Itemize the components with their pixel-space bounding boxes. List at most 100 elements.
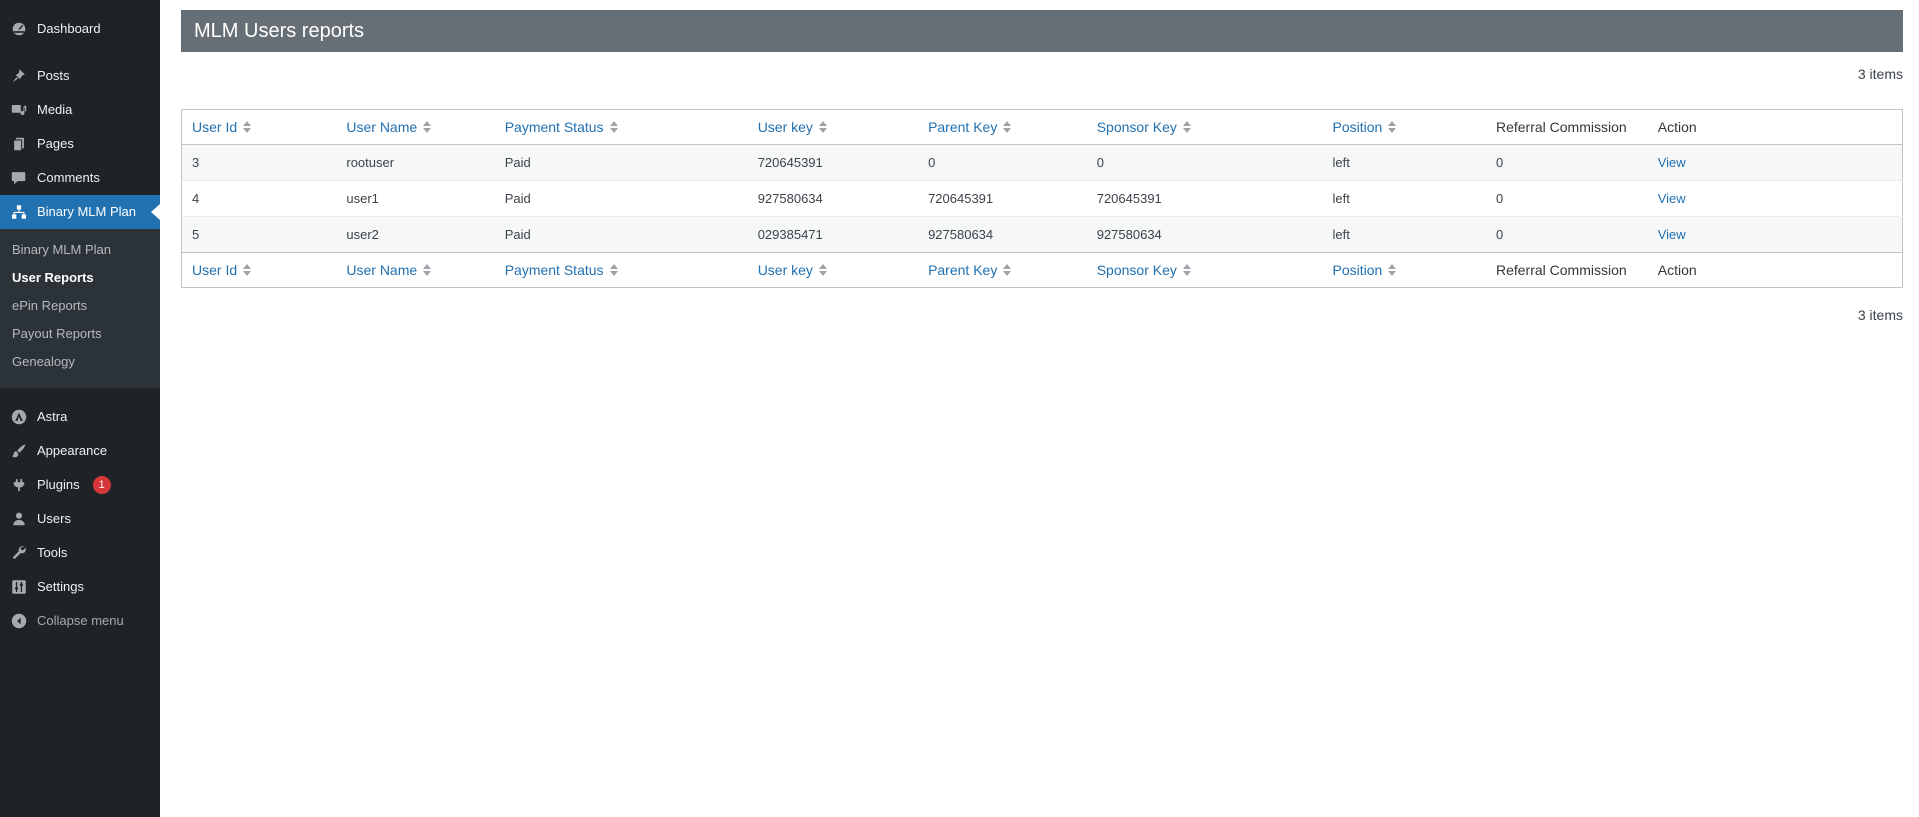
sidebar-item-comments[interactable]: Comments [0, 161, 160, 195]
cell-sponsor-key: 927580634 [1086, 216, 1323, 253]
pushpin-icon [10, 67, 28, 85]
cell-referral-commission: 0 [1485, 216, 1648, 253]
sort-footer-parent-key[interactable]: Parent Key [928, 262, 1012, 278]
table-header-row: User Id User Name Payment Status User ke… [181, 109, 1903, 146]
header-referral-commission: Referral Commission [1485, 109, 1648, 146]
cell-payment-status: Paid [494, 180, 748, 217]
cell-payment-status: Paid [494, 216, 748, 253]
sidebar-item-label: Astra [37, 409, 68, 424]
sidebar-item-tools[interactable]: Tools [0, 536, 160, 570]
collapse-menu-label: Collapse menu [37, 613, 124, 628]
sort-icon [1388, 121, 1397, 134]
sort-header-payment-status[interactable]: Payment Status [505, 119, 618, 135]
sort-header-user-id[interactable]: User Id [192, 119, 252, 135]
sort-icon [243, 121, 252, 134]
sidebar-item-appearance[interactable]: Appearance [0, 434, 160, 468]
sort-footer-user-id[interactable]: User Id [192, 262, 252, 278]
sidebar-item-users[interactable]: Users [0, 502, 160, 536]
plugins-update-badge: 1 [92, 476, 111, 494]
table-footer-row: User Id User Name Payment Status User ke… [181, 252, 1903, 288]
sort-icon [243, 264, 252, 277]
submenu-item-payout-reports[interactable]: Payout Reports [0, 320, 160, 348]
sidebar-item-label: Binary MLM Plan [37, 204, 136, 219]
cell-parent-key: 927580634 [918, 216, 1087, 253]
cell-referral-commission: 0 [1485, 180, 1648, 217]
view-link[interactable]: View [1658, 191, 1686, 206]
sort-icon [1003, 121, 1012, 134]
footer-action: Action [1647, 252, 1903, 288]
collapse-menu-button[interactable]: Collapse menu [0, 604, 160, 638]
cell-user-name: user1 [336, 180, 495, 217]
sidebar-item-pages[interactable]: Pages [0, 127, 160, 161]
dashboard-icon [10, 20, 28, 38]
table-row: 5 user2 Paid 029385471 927580634 9275806… [181, 216, 1903, 253]
sidebar-item-label: Media [37, 102, 73, 117]
active-item-arrow [151, 204, 160, 220]
sort-icon [818, 121, 827, 134]
settings-sliders-icon [10, 578, 28, 596]
sidebar-item-media[interactable]: Media [0, 93, 160, 127]
view-link[interactable]: View [1658, 227, 1686, 242]
header-action: Action [1647, 109, 1903, 146]
sort-footer-user-name[interactable]: User Name [346, 262, 432, 278]
sidebar-item-binary-mlm-plan[interactable]: Binary MLM Plan [0, 195, 160, 229]
footer-referral-commission: Referral Commission [1485, 252, 1648, 288]
sort-footer-user-key[interactable]: User key [758, 262, 827, 278]
items-count-bottom: 3 items [1857, 307, 1903, 324]
cell-user-key: 720645391 [757, 155, 823, 171]
sort-icon [1003, 264, 1012, 277]
sidebar-item-plugins[interactable]: Plugins 1 [0, 468, 160, 502]
sort-header-user-name[interactable]: User Name [346, 119, 432, 135]
sort-footer-payment-status[interactable]: Payment Status [505, 262, 618, 278]
sidebar-item-settings[interactable]: Settings [0, 570, 160, 604]
sidebar-item-label: Comments [37, 170, 100, 185]
sort-icon [1388, 264, 1397, 277]
sidebar-item-astra[interactable]: Astra [0, 400, 160, 434]
cell-sponsor-key: 0 [1096, 155, 1104, 171]
comment-bubble-icon [10, 169, 28, 187]
sidebar-item-label: Plugins [37, 477, 80, 492]
binary-mlm-plan-submenu: Binary MLM Plan User Reports ePin Report… [0, 229, 160, 388]
cell-parent-key: 0 [928, 155, 936, 171]
sort-icon [1182, 121, 1191, 134]
sort-icon [423, 121, 432, 134]
page-title: MLM Users reports [181, 10, 1903, 52]
sort-icon [818, 264, 827, 277]
sidebar-item-posts[interactable]: Posts [0, 59, 160, 93]
paintbrush-icon [10, 442, 28, 460]
sort-header-sponsor-key[interactable]: Sponsor Key [1097, 119, 1191, 135]
submenu-item-epin-reports[interactable]: ePin Reports [0, 292, 160, 320]
collapse-arrow-icon [10, 612, 28, 630]
cell-user-name: rootuser [346, 155, 395, 171]
cell-position: left [1322, 216, 1486, 253]
sort-footer-sponsor-key[interactable]: Sponsor Key [1097, 262, 1191, 278]
cell-parent-key: 720645391 [918, 180, 1087, 217]
cell-position: left [1332, 155, 1350, 171]
sort-icon [423, 264, 432, 277]
sidebar-item-label: Users [37, 511, 71, 526]
view-link[interactable]: View [1658, 155, 1686, 170]
cell-user-key: 927580634 [747, 180, 919, 217]
sidebar-item-label: Pages [37, 136, 74, 151]
submenu-item-user-reports[interactable]: User Reports [0, 264, 160, 292]
cell-payment-status: Paid [504, 155, 531, 171]
sidebar-item-dashboard[interactable]: Dashboard [0, 12, 160, 46]
cell-user-id: 4 [181, 180, 337, 217]
sidebar-item-label: Posts [37, 68, 70, 83]
cell-user-key: 029385471 [747, 216, 919, 253]
sort-header-parent-key[interactable]: Parent Key [928, 119, 1012, 135]
cell-referral-commission: 0 [1495, 155, 1504, 171]
submenu-item-genealogy[interactable]: Genealogy [0, 348, 160, 376]
sidebar-separator [0, 388, 160, 400]
sort-footer-position[interactable]: Position [1332, 262, 1397, 278]
cell-user-id: 5 [181, 216, 337, 253]
sort-header-position[interactable]: Position [1332, 119, 1397, 135]
wrench-icon [10, 544, 28, 562]
sort-header-user-key[interactable]: User key [758, 119, 827, 135]
user-icon [10, 510, 28, 528]
submenu-item-binary-mlm-plan[interactable]: Binary MLM Plan [0, 236, 160, 264]
items-count-top: 3 items [1857, 66, 1903, 83]
network-tree-icon [10, 203, 28, 221]
cell-sponsor-key: 720645391 [1086, 180, 1323, 217]
sort-icon [609, 264, 618, 277]
